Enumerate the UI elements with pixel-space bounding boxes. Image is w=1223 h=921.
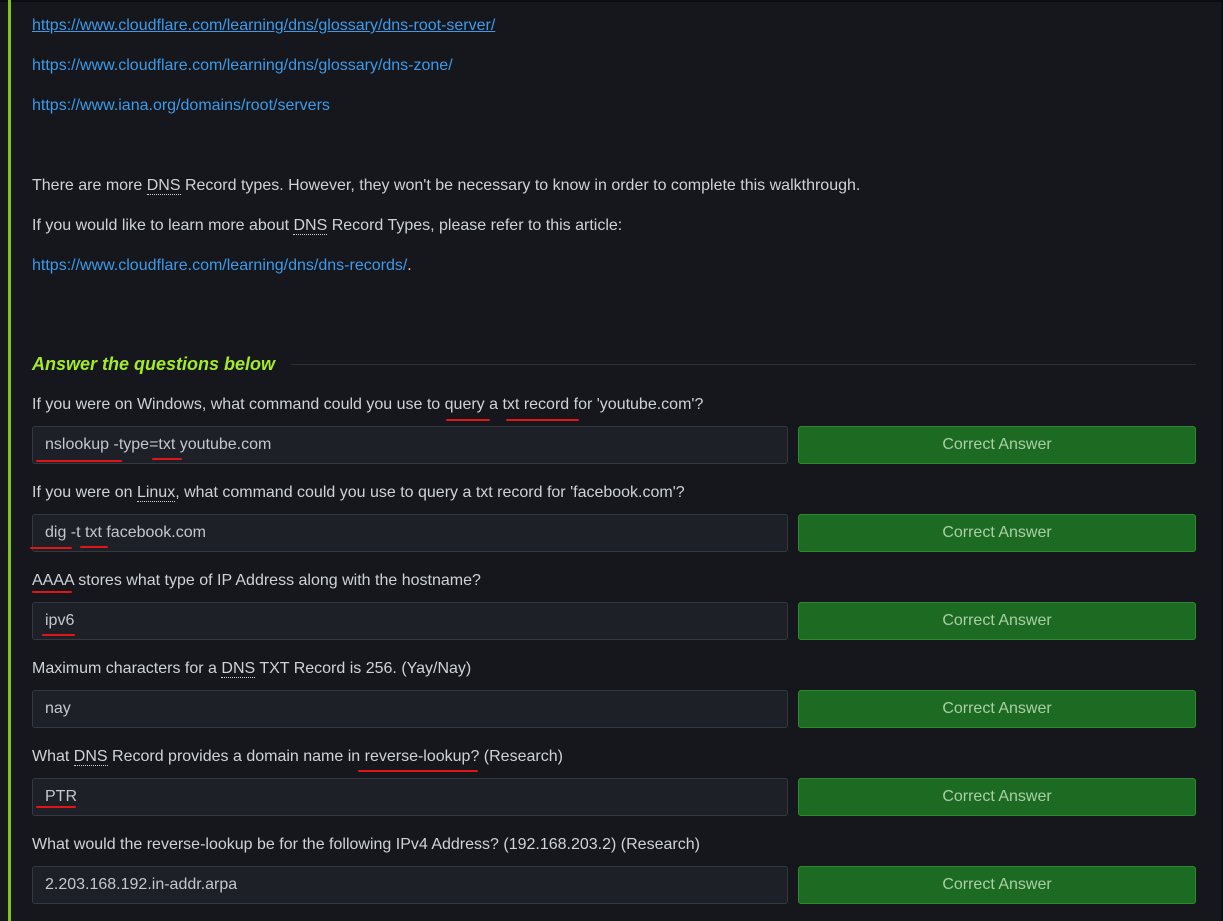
question-1-text: If you were on Windows, what command cou… [32,396,704,413]
correct-answer-button-1[interactable]: Correct Answer [798,426,1196,464]
question-3-text: AAAA stores what type of IP Address alon… [32,572,481,589]
link-dns-zone[interactable]: https://www.cloudflare.com/learning/dns/… [32,57,453,74]
question-4-text: Maximum characters for a DNS TXT Record … [32,660,472,678]
answer-input-6[interactable]: 2.203.168.192.in-addr.arpa [32,866,788,904]
dns-abbr: DNS [293,217,328,235]
annotation-underline [32,591,72,593]
answer-section-header: Answer the questions below [32,352,1196,376]
link-iana-root-servers[interactable]: https://www.iana.org/domains/root/server… [32,97,330,114]
link-dns-zone-row: https://www.cloudflare.com/learning/dns/… [32,56,453,76]
annotation-underline [80,546,108,548]
question-5-text: What DNS Record provides a domain name i… [32,748,563,766]
link-iana-row: https://www.iana.org/domains/root/server… [32,96,330,116]
correct-answer-button-4[interactable]: Correct Answer [798,690,1196,728]
answer-input-3[interactable]: ipv6 [32,602,788,640]
annotation-underline [446,419,490,421]
top-border [0,0,1223,2]
annotation-underline [358,770,478,772]
section-heading: Answer the questions below [32,353,276,374]
heading-divider [291,363,1196,365]
answer-input-5[interactable]: PTR [32,778,788,816]
annotation-underline [36,460,122,462]
task-panel: https://www.cloudflare.com/learning/dns/… [0,0,1223,921]
correct-answer-button-3[interactable]: Correct Answer [798,602,1196,640]
question-2-text: If you were on Linux, what command could… [32,484,685,502]
answer-input-1[interactable]: nslookup -type=txt youtube.com [32,426,788,464]
link-root-server-row: https://www.cloudflare.com/learning/dns/… [32,16,495,36]
annotation-underline [152,458,182,460]
correct-answer-button-2[interactable]: Correct Answer [798,514,1196,552]
paragraph-more-record-types: There are more DNS Record types. However… [32,177,861,195]
link-dns-records[interactable]: https://www.cloudflare.com/learning/dns/… [32,257,407,274]
answer-input-4[interactable]: nay [32,690,788,728]
answer-input-2[interactable]: dig -t txt facebook.com [32,514,788,552]
correct-answer-button-6[interactable]: Correct Answer [798,866,1196,904]
dns-abbr: DNS [146,177,181,195]
question-6-text: What would the reverse-lookup be for the… [32,836,700,853]
task-accent-bar [8,0,11,921]
annotation-underline [42,634,75,636]
annotation-underline [36,806,76,808]
paragraph-article-link: https://www.cloudflare.com/learning/dns/… [32,257,412,274]
link-dns-root-server[interactable]: https://www.cloudflare.com/learning/dns/… [32,17,495,34]
correct-answer-button-5[interactable]: Correct Answer [798,778,1196,816]
annotation-underline [506,419,579,421]
annotation-underline [30,547,72,549]
paragraph-learn-more: If you would like to learn more about DN… [32,217,623,235]
